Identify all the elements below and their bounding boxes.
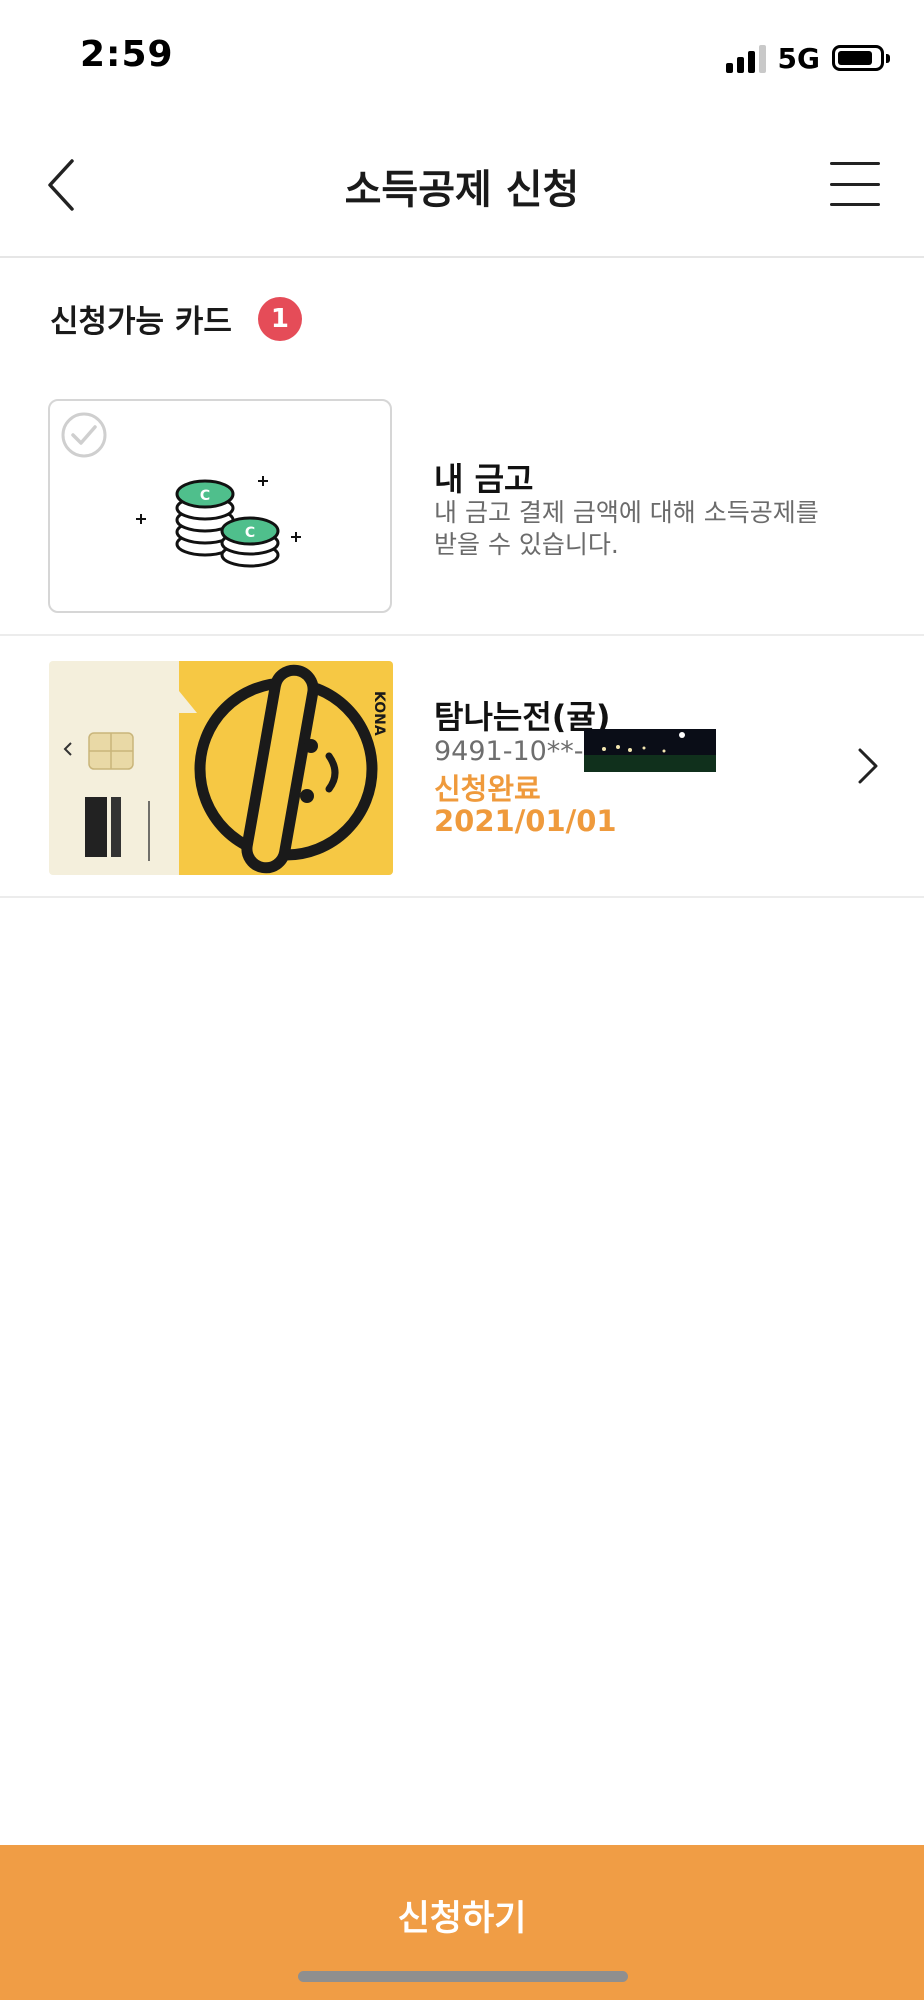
check-circle-icon[interactable] (60, 411, 108, 459)
page-title: 소득공제 신청 (344, 167, 580, 213)
status-indicators: 5G (725, 40, 890, 76)
menu-button[interactable] (830, 162, 880, 206)
vault-row[interactable]: C C 내 금고 내 금고 결제 금액에 대해 소득공제를 받을 수 있습니다. (0, 378, 924, 636)
vault-description-line1: 내 금고 결제 금액에 대해 소득공제를 (434, 498, 819, 527)
network-type: 5G (777, 41, 820, 75)
status-time: 2:59 (80, 34, 174, 75)
hamburger-line (830, 162, 880, 165)
card-row[interactable]: KONA 탐나는전(귤) 9491-10**-* 신청완료 2021/01/01 (0, 636, 924, 898)
vault-title: 내 금고 (434, 460, 534, 498)
chevron-right-icon[interactable] (856, 746, 880, 786)
vault-description-line2: 받을 수 있습니다. (434, 530, 619, 559)
count-badge: 1 (257, 296, 302, 341)
signal-icon (725, 43, 766, 73)
apply-button[interactable]: 신청하기 (0, 1845, 924, 2000)
available-cards-heading: 신청가능 카드 1 (50, 296, 302, 341)
svg-text:C: C (245, 525, 255, 541)
card-number: 9491-10**-* (434, 736, 598, 767)
battery-icon (832, 45, 890, 71)
brand-mark: KONA (371, 691, 387, 736)
apply-button-label: 신청하기 (397, 1899, 527, 1939)
application-status: 신청완료 (434, 772, 541, 806)
app-header: 소득공제 신청 (0, 110, 924, 258)
coins-icon: C C (136, 476, 301, 568)
home-indicator (298, 1971, 628, 1982)
redaction-overlay (584, 729, 716, 772)
svg-text:C: C (200, 488, 210, 504)
hamburger-line (830, 182, 880, 186)
vault-card[interactable]: C C (48, 399, 392, 613)
application-date: 2021/01/01 (434, 804, 617, 838)
card-image: KONA (49, 661, 393, 875)
hamburger-line (830, 203, 880, 206)
section-title: 신청가능 카드 (50, 304, 232, 340)
